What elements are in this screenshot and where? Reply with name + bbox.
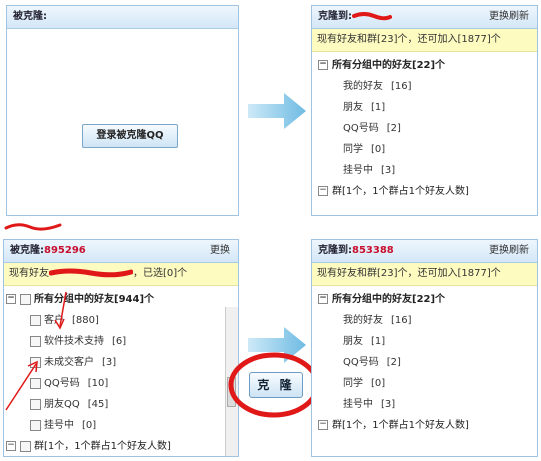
tree-item[interactable]: 挂号中 [3] <box>318 394 537 415</box>
target-panel-top: 克隆到: 更换刷新 现有好友和群[23]个，还可加入[1877]个 − 所有分组中… <box>311 5 538 216</box>
tree-item[interactable]: 同学 [0] <box>318 373 537 394</box>
selection-info: 现有好友 ，已选[0]个 <box>4 263 238 286</box>
info-right: ，已选[0]个 <box>133 268 188 279</box>
capacity-info: 现有好友和群[23]个，还可加入[1877]个 <box>312 263 537 286</box>
collapse-icon[interactable]: − <box>6 441 16 451</box>
group-label: 群[1个，1个群占1个好友人数] <box>332 420 469 431</box>
item-count: [3] <box>381 399 396 410</box>
target-panel-bottom: 克隆到:853388 更换刷新 现有好友和群[23]个，还可加入[1877]个 … <box>311 239 538 457</box>
redaction-scribble <box>352 12 392 21</box>
item-label: 挂号中 <box>44 420 74 431</box>
group-label: 群[1个，1个群占1个好友人数] <box>34 441 171 452</box>
panel-header: 克隆到: 更换刷新 <box>312 6 537 29</box>
group-label: 群[1个，1个群占1个好友人数] <box>332 186 469 197</box>
tree-item[interactable]: 朋友 [1] <box>318 331 537 352</box>
tree-item[interactable]: QQ号码 [2] <box>318 352 537 373</box>
item-count: [3] <box>381 165 396 176</box>
item-label: QQ号码 <box>343 357 379 368</box>
panel-header: 被克隆: <box>7 6 238 29</box>
item-label: 我的好友 <box>343 315 383 326</box>
group-label: 所有分组中的好友 <box>332 60 412 71</box>
tree-item[interactable]: 我的好友 [16] <box>318 310 537 331</box>
item-label: 朋友 <box>343 102 363 113</box>
group-count: [944]个 <box>114 294 155 305</box>
collapse-icon[interactable]: − <box>318 60 328 70</box>
panel-title: 克隆到: <box>318 11 352 22</box>
switch-link[interactable]: 更换 <box>210 240 230 262</box>
item-count: [2] <box>386 123 401 134</box>
group-count: [22]个 <box>412 60 446 71</box>
item-count: [16] <box>391 315 412 326</box>
item-label: 我的好友 <box>343 81 383 92</box>
item-count: [0] <box>82 420 97 431</box>
collapse-icon[interactable]: − <box>318 294 328 304</box>
panel-title: 克隆到: <box>318 245 352 256</box>
item-count: [1] <box>371 336 386 347</box>
tree-item[interactable]: 我的好友 [16] <box>318 76 537 97</box>
friend-tree: − 所有分组中的好友[22]个 我的好友 [16] 朋友 [1] QQ号码 [2] 同学… <box>312 52 537 202</box>
change-refresh-link[interactable]: 更换刷新 <box>489 240 529 262</box>
checkbox[interactable] <box>20 440 31 452</box>
panel-title: 被克隆: <box>13 11 47 22</box>
item-label: 同学 <box>343 144 363 155</box>
source-panel-top: 被克隆: 登录被克隆QQ <box>6 5 239 216</box>
checkbox[interactable] <box>30 419 41 431</box>
tree-group-qun[interactable]: − 群[1个，1个群占1个好友人数] <box>6 436 238 456</box>
info-left: 现有好友 <box>9 268 49 279</box>
tree-group-qun[interactable]: − 群[1个，1个群占1个好友人数] <box>318 181 537 202</box>
capacity-info: 现有好友和群[23]个，还可加入[1877]个 <box>312 29 537 52</box>
item-label: 挂号中 <box>343 399 373 410</box>
source-qq-number: 895296 <box>44 245 86 256</box>
target-qq-number: 853388 <box>352 245 394 256</box>
item-label: 朋友 <box>343 336 363 347</box>
collapse-icon[interactable]: − <box>318 420 328 430</box>
redaction-scribble <box>4 223 62 231</box>
tree-item[interactable]: 朋友 [1] <box>318 97 537 118</box>
item-count: [0] <box>371 378 386 389</box>
tree-group-all-friends[interactable]: − 所有分组中的好友[22]个 <box>318 289 537 310</box>
item-count: [45] <box>87 399 109 410</box>
item-count: [3] <box>102 357 117 368</box>
tree-item[interactable]: 同学 [0] <box>318 139 537 160</box>
tree-group-all-friends[interactable]: − 所有分组中的好友[22]个 <box>318 55 537 76</box>
redaction-scribble <box>48 268 134 278</box>
item-label: 同学 <box>343 378 363 389</box>
login-source-qq-button[interactable]: 登录被克隆QQ <box>82 124 178 148</box>
tree-group-qun[interactable]: − 群[1个，1个群占1个好友人数] <box>318 415 537 436</box>
panel-header: 克隆到:853388 更换刷新 <box>312 240 537 263</box>
arrow-right-icon <box>248 93 306 129</box>
group-label: 所有分组中的好友 <box>332 294 412 305</box>
item-count: [1] <box>371 102 386 113</box>
group-count: [22]个 <box>412 294 446 305</box>
item-label: QQ号码 <box>343 123 379 134</box>
item-count: [6] <box>112 336 127 347</box>
tree-item[interactable]: QQ号码 [2] <box>318 118 537 139</box>
item-count: [2] <box>386 357 401 368</box>
clone-button[interactable]: 克 隆 <box>249 372 303 398</box>
tree-item[interactable]: 挂号中 [3] <box>318 160 537 181</box>
item-label: 挂号中 <box>343 165 373 176</box>
item-count: [10] <box>87 378 109 389</box>
friend-tree: − 所有分组中的好友[22]个 我的好友 [16] 朋友 [1] QQ号码 [2] 同学… <box>312 286 537 436</box>
item-count: [16] <box>391 81 412 92</box>
change-refresh-link[interactable]: 更换刷新 <box>489 6 529 28</box>
item-count: [0] <box>371 144 386 155</box>
panel-title: 被克隆: <box>10 245 44 256</box>
panel-header: 被克隆:895296 更换 <box>4 240 238 263</box>
annotation-arrows <box>5 291 67 411</box>
collapse-icon[interactable]: − <box>318 186 328 196</box>
